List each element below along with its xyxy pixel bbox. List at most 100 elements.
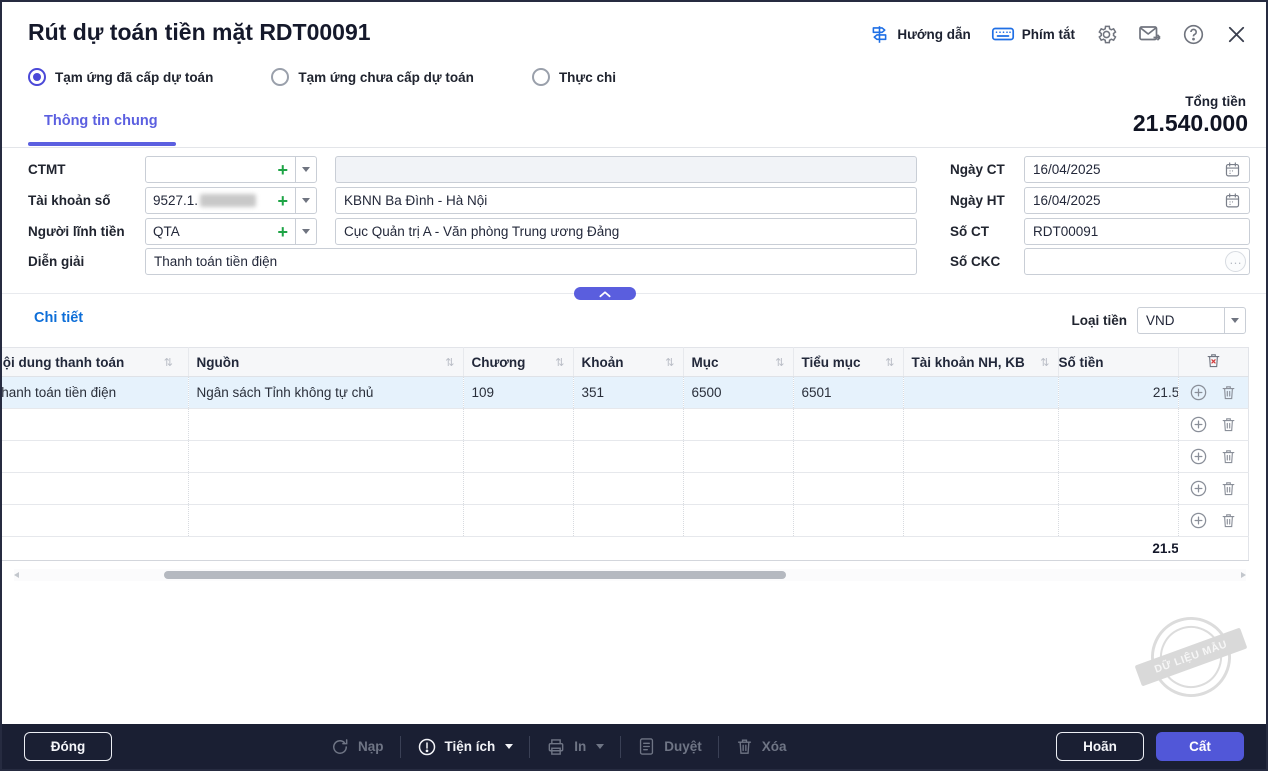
ngay-ct-field[interactable]: 16/04/2025 [1024,156,1250,183]
close-button[interactable]: Đóng [24,732,112,761]
col-noi-dung[interactable]: Nội dung thanh toán [2,348,188,377]
tai-khoan-so-code[interactable]: 9527.1. [153,193,272,208]
dropdown-arrow-icon[interactable] [295,219,316,244]
cell-chuong[interactable]: 109 [463,377,573,409]
caret-down-icon [596,744,604,749]
tai-khoan-so-combo[interactable]: 9527.1. [145,187,317,214]
tab-thong-tin-chung[interactable]: Thông tin chung [44,113,158,129]
cell-noi-dung[interactable]: Thanh toán tiền điện [2,377,188,409]
ctmt-label: CTMT [28,156,66,183]
table-row-empty[interactable] [2,473,1248,505]
postpone-button[interactable]: Hoãn [1056,732,1144,761]
table-row-empty[interactable] [2,441,1248,473]
page-title: Rút dự toán tiền mặt RDT00091 [28,19,371,46]
nguoi-linh-tien-code[interactable]: QTA [153,224,272,239]
total-so-tien: 21.540.000 [1058,537,1178,561]
col-tk-nh-kb[interactable]: Tài khoản NH, KB [903,348,1058,377]
shortcut-link[interactable]: Phím tắt [991,22,1075,46]
help-icon[interactable] [1182,23,1205,46]
cell-so-tien[interactable]: 21.540.000 [1058,377,1178,409]
send-mail-icon[interactable] [1138,22,1162,46]
col-so-tien[interactable]: Số tiền [1058,348,1178,377]
close-icon[interactable] [1225,23,1248,46]
sort-icon[interactable] [775,356,784,369]
ellipsis-icon[interactable] [1225,251,1246,272]
nguoi-linh-tien-label: Người lĩnh tiền [28,218,125,245]
dropdown-arrow-icon[interactable] [1224,308,1245,333]
collapse-header-button[interactable] [574,287,636,300]
add-row-icon[interactable] [1189,415,1208,434]
delete-row-icon[interactable] [1220,480,1237,497]
dien-giai-label: Diễn giải [28,248,84,275]
delete-all-icon[interactable] [1205,352,1222,369]
print-button[interactable]: In [546,737,604,757]
scroll-left-arrow-icon[interactable] [14,572,19,578]
currency-select[interactable]: VND [1137,307,1246,334]
delete-row-icon[interactable] [1220,448,1237,465]
radio-thuc-chi[interactable]: Thực chi [532,68,616,86]
utilities-button[interactable]: Tiện ích [417,737,514,757]
calendar-icon[interactable] [1224,192,1241,209]
ngay-ht-field[interactable]: 16/04/2025 [1024,187,1250,214]
cell-khoan[interactable]: 351 [573,377,683,409]
so-ckc-field[interactable] [1024,248,1250,275]
save-button[interactable]: Cất [1156,732,1244,761]
nguoi-linh-tien-combo[interactable]: QTA [145,218,317,245]
cell-actions [1178,377,1248,409]
cell-nguon[interactable]: Ngân sách Tỉnh không tự chủ [188,377,463,409]
cell-tieu-muc[interactable]: 6501 [793,377,903,409]
col-nguon[interactable]: Nguồn [188,348,463,377]
table-row-empty[interactable] [2,505,1248,537]
guide-link[interactable]: Hướng dẫn [869,24,970,45]
detail-section-title: Chi tiết [34,310,83,326]
dropdown-arrow-icon[interactable] [295,157,316,182]
footer-divider [400,736,401,758]
delete-button[interactable]: Xóa [735,737,787,756]
nguoi-linh-tien-desc-field[interactable]: Cục Quản trị A - Văn phòng Trung ương Đả… [335,218,917,245]
col-tieu-muc[interactable]: Tiểu mục [793,348,903,377]
tai-khoan-so-desc-field[interactable]: KBNN Ba Đình - Hà Nội [335,187,917,214]
footer-divider [529,736,530,758]
add-row-icon[interactable] [1189,447,1208,466]
add-row-icon[interactable] [1189,511,1208,530]
sort-icon[interactable] [555,356,564,369]
add-new-icon[interactable] [277,192,288,210]
dien-giai-field[interactable]: Thanh toán tiền điện [145,248,917,275]
cell-tk-nh-kb[interactable] [903,377,1058,409]
radio-tam-ung-da-cap[interactable]: Tạm ứng đã cấp dự toán [28,68,213,86]
sort-icon[interactable] [665,356,674,369]
delete-row-icon[interactable] [1220,416,1237,433]
scroll-right-arrow-icon[interactable] [1241,572,1246,578]
dropdown-arrow-icon[interactable] [295,188,316,213]
sort-icon[interactable] [445,356,454,369]
table-row-empty[interactable] [2,409,1248,441]
col-actions [1178,348,1248,377]
approve-button[interactable]: Duyệt [637,737,702,756]
horizontal-scrollbar[interactable] [14,569,1246,581]
calendar-icon[interactable] [1224,161,1241,178]
radio-tam-ung-chua-cap[interactable]: Tạm ứng chưa cấp dự toán [271,68,474,86]
sort-icon[interactable] [885,356,894,369]
sort-icon[interactable] [164,356,173,369]
add-new-icon[interactable] [277,223,288,241]
printer-icon [546,737,566,757]
delete-row-icon[interactable] [1220,384,1237,401]
add-row-icon[interactable] [1189,383,1208,402]
sort-icon[interactable] [1040,356,1049,369]
so-ct-field[interactable]: RDT00091 [1024,218,1250,245]
add-row-icon[interactable] [1189,479,1208,498]
ctmt-combo[interactable] [145,156,317,183]
reload-button[interactable]: Nạp [330,737,384,757]
scrollbar-thumb[interactable] [164,571,786,579]
col-chuong[interactable]: Chương [463,348,573,377]
cell-muc[interactable]: 6500 [683,377,793,409]
col-muc[interactable]: Mục [683,348,793,377]
gear-icon[interactable] [1095,23,1118,46]
col-khoan[interactable]: Khoản [573,348,683,377]
add-new-icon[interactable] [277,161,288,179]
chevron-up-icon [598,289,612,299]
table-header-row: Nội dung thanh toán Nguồn Chương Khoản M… [2,348,1248,377]
table-row-1[interactable]: Thanh toán tiền điện Ngân sách Tỉnh khôn… [2,377,1248,409]
delete-row-icon[interactable] [1220,512,1237,529]
utility-icon [417,737,437,757]
